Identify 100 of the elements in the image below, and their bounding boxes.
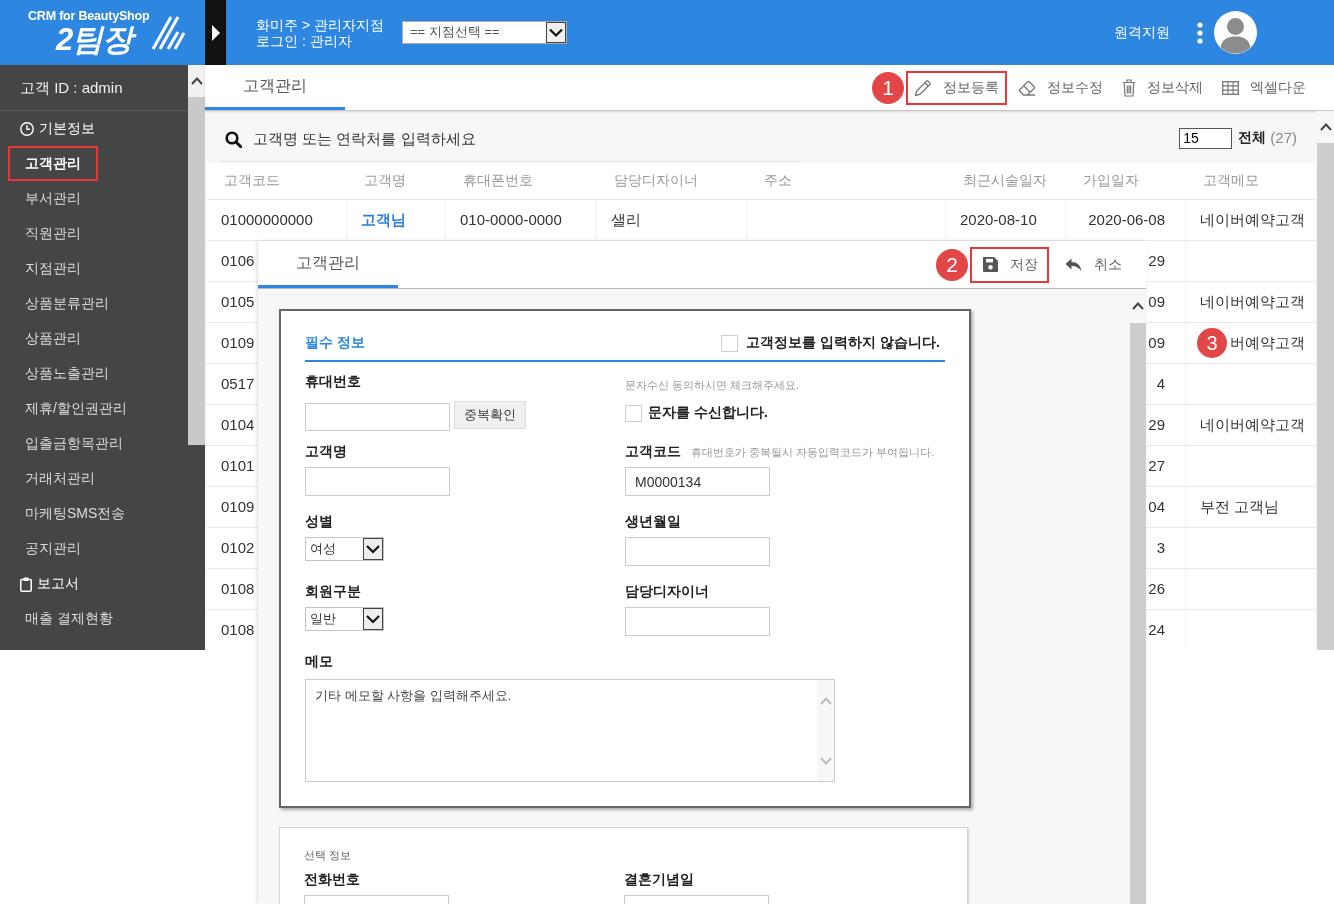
sidebar-item[interactable]: 고객관리 xyxy=(8,146,98,181)
table-grid-icon xyxy=(1222,80,1239,95)
login-text: 로그인 : 관리자 xyxy=(256,32,352,49)
arrow-right-icon xyxy=(211,24,220,41)
undo-arrow-icon xyxy=(1065,257,1082,272)
sidebar-item[interactable]: 공지관리 xyxy=(8,531,98,566)
tab[interactable]: 고객관리 xyxy=(258,241,398,288)
text-input[interactable] xyxy=(305,467,450,496)
column-header: 주소 xyxy=(764,172,792,189)
sidebar-item[interactable]: 직원관리 xyxy=(8,216,98,251)
dropdown-select[interactable]: 일반 xyxy=(305,607,384,631)
sidebar-toggle-button[interactable] xyxy=(205,0,226,65)
table-cell: 01000000000 xyxy=(221,210,313,228)
sidebar-item[interactable]: 제휴/할인권관리 xyxy=(8,391,144,426)
checkbox-label: 문자를 수신합니다. xyxy=(648,404,768,422)
tab[interactable]: 고객관리 xyxy=(205,65,345,110)
sidebar-item[interactable]: 부서관리 xyxy=(8,181,98,216)
table-cell: 04 xyxy=(1148,497,1165,515)
sidebar-item[interactable]: 마케팅SMS전송 xyxy=(8,496,143,531)
remote-support-link[interactable]: 원격지원 xyxy=(1114,23,1170,42)
excel-download-button[interactable]: 엑셀다운 xyxy=(1214,70,1314,105)
table-cell: 0102 xyxy=(221,538,255,556)
text-input[interactable] xyxy=(625,607,770,636)
table-cell: 29 xyxy=(1148,415,1165,433)
field-label: 결혼기념일 xyxy=(624,870,694,889)
callout-number: 3 xyxy=(1197,328,1227,358)
table-cell: 4 xyxy=(1156,374,1165,392)
memo-field[interactable]: 기타 메모할 사항을 입력해주세요. xyxy=(305,679,835,782)
table-cell: 네이버예약고객 xyxy=(1200,415,1305,433)
column-header: 휴대폰번호 xyxy=(463,172,533,189)
column-header: 고객메모 xyxy=(1203,172,1259,189)
page-size-field[interactable]: 15 xyxy=(1179,127,1233,149)
checkbox[interactable] xyxy=(625,404,642,422)
callout-number: 2 xyxy=(936,248,968,281)
sidebar-item[interactable]: 상품분류관리 xyxy=(8,286,126,321)
section-title: 필수 정보 xyxy=(305,334,365,352)
chevron-down-icon xyxy=(819,757,832,765)
table-cell: 네이버예약고객 xyxy=(1200,210,1305,228)
table-cell: 0517 xyxy=(221,374,255,392)
table-cell: 0108 xyxy=(221,579,255,597)
table-cell: 27 xyxy=(1148,456,1165,474)
logo-caption: CRM for BeautyShop xyxy=(28,9,150,23)
field-label: 전화번호 xyxy=(304,870,360,889)
text-input[interactable]: M0000134 xyxy=(625,467,770,496)
section-title: 기본정보 xyxy=(39,120,95,138)
field-hint: 문자수신 동의하시면 체크해주세요. xyxy=(625,378,800,393)
scroll-up-button[interactable] xyxy=(1130,289,1146,323)
search-icon xyxy=(225,130,242,148)
table-cell: 3 xyxy=(1156,538,1165,556)
logo-title: 2팀장 xyxy=(56,23,150,56)
scroll-up-button[interactable] xyxy=(188,65,205,97)
table-cell: 26 xyxy=(1148,579,1165,597)
callout-number: 1 xyxy=(872,71,904,104)
table-cell: 0106 xyxy=(221,251,255,269)
checkbox[interactable] xyxy=(721,334,739,352)
chevron-up-icon xyxy=(190,77,203,85)
field-label: 메모 xyxy=(305,652,333,671)
field-label: 회원구분 xyxy=(305,582,361,601)
search-field[interactable]: 고객명 또는 연락처를 입력하세요 xyxy=(253,129,773,149)
total-label: 전체 xyxy=(1238,129,1267,147)
sidebar-item[interactable]: 상품관리 xyxy=(8,321,98,356)
kebab-menu-icon[interactable] xyxy=(1197,21,1203,44)
cancel-button[interactable]: 취소 xyxy=(1052,246,1133,283)
breadcrumb-text: 화미주 > 관리자지점 xyxy=(256,16,385,33)
branch-select[interactable]: == 지점선택 == xyxy=(402,21,567,44)
save-button[interactable]: 저장 xyxy=(970,246,1049,283)
scrollbar-thumb[interactable] xyxy=(188,97,205,445)
register-button[interactable]: 정보등록 xyxy=(906,70,1007,105)
field-hint: 휴대번호가 중복될시 자동입력코드가 부여됩니다. xyxy=(691,445,935,460)
check-button[interactable]: 중복확인 xyxy=(454,401,526,429)
table-cell: 24 xyxy=(1148,620,1165,638)
field-label: 고객코드 xyxy=(625,442,681,461)
table-cell: 0105 xyxy=(221,292,255,310)
sidebar-item[interactable]: 입출금항목관리 xyxy=(8,426,140,461)
avatar-icon[interactable] xyxy=(1214,11,1257,54)
scrollbar-thumb[interactable] xyxy=(1317,143,1334,650)
table-cell: 2020-08-10 xyxy=(960,210,1037,228)
sidebar-item[interactable]: 매출 결제현황 xyxy=(8,601,130,636)
edit-button[interactable]: 정보수정 xyxy=(1010,70,1111,105)
table-cell: 0109 xyxy=(221,333,255,351)
text-input[interactable] xyxy=(305,403,450,431)
sidebar-item[interactable]: 상품노출관리 xyxy=(8,356,126,391)
dropdown-select[interactable]: 여성 xyxy=(305,537,384,561)
customer-name-link[interactable]: 고객님 xyxy=(361,210,406,228)
pencil-icon xyxy=(914,78,932,97)
sidebar-item[interactable]: 거래처관리 xyxy=(8,461,112,496)
table-cell: 0104 xyxy=(221,415,255,433)
delete-button[interactable]: 정보삭제 xyxy=(1114,70,1211,105)
table-cell: 09 xyxy=(1148,333,1165,351)
table-cell: 0108 xyxy=(221,620,255,638)
text-input[interactable] xyxy=(625,537,770,566)
slash-lines-icon xyxy=(151,14,186,51)
table-cell: 0101 xyxy=(221,456,255,474)
table-cell: 09 xyxy=(1148,292,1165,310)
table-cell: 네이버예약고객 xyxy=(1200,292,1305,310)
column-header: 고객명 xyxy=(364,172,406,189)
field-label: 생년월일 xyxy=(625,512,681,531)
field-label: 담당디자이너 xyxy=(625,582,709,601)
scrollbar-thumb[interactable] xyxy=(1130,323,1146,904)
sidebar-item[interactable]: 지점관리 xyxy=(8,251,98,286)
